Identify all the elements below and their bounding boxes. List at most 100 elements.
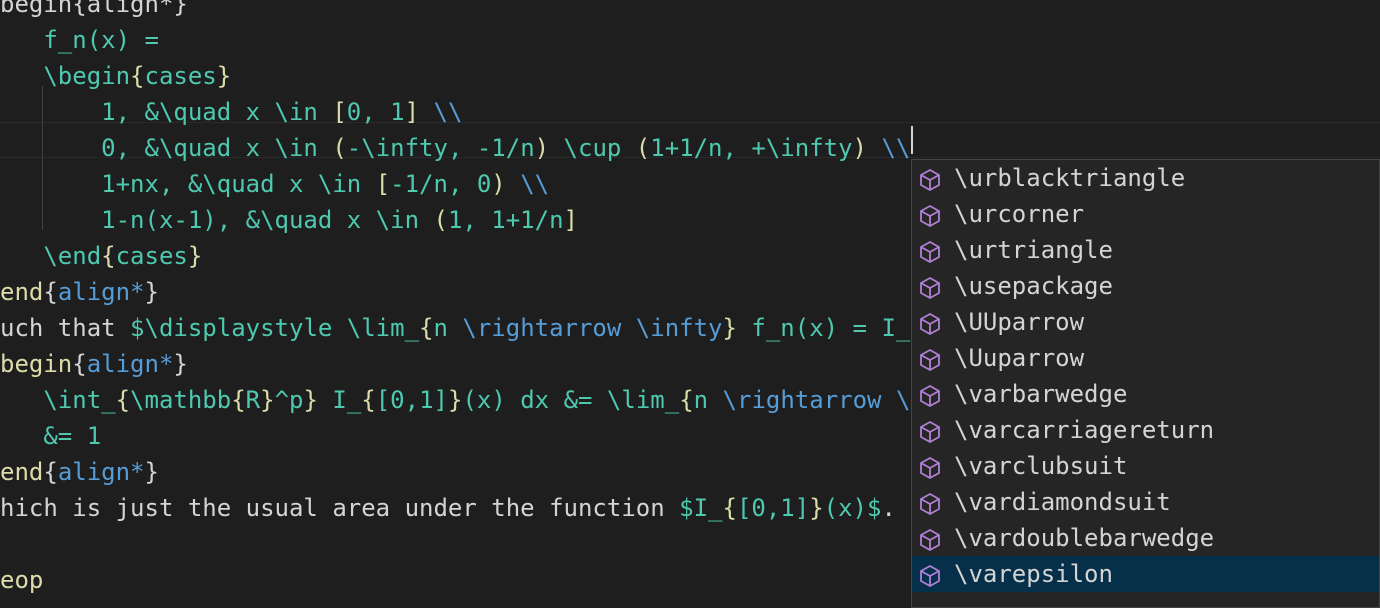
code-token: $I_ [679, 494, 723, 522]
code-token: n [693, 386, 723, 414]
code-token: \infty [635, 314, 723, 342]
suggestion-item[interactable]: \varcarriagereturn [912, 412, 1379, 448]
suggestion-label: \UUparrow [954, 308, 1085, 336]
code-line[interactable]: 1, &\quad x \in [0, 1] \\ [0, 94, 462, 130]
code-token: { [43, 458, 58, 486]
code-token: \int_ [0, 386, 116, 414]
code-token: n [433, 314, 463, 342]
code-line[interactable]: f_n(x) = [0, 22, 159, 58]
code-token: } [809, 494, 824, 522]
code-token: [0,1] [375, 386, 448, 414]
text-cursor [911, 126, 913, 154]
code-token: \\ [505, 170, 550, 198]
cube-icon [918, 382, 942, 407]
code-line[interactable]: 0, &\quad x \in (-\infty, -1/n) \cup (1+… [0, 130, 910, 166]
code-token: \end [0, 242, 102, 270]
code-token: \cup [549, 134, 636, 162]
code-line[interactable]: &= 1 [0, 418, 101, 454]
code-token: } [722, 314, 737, 342]
cube-icon [918, 418, 942, 443]
suggestion-item[interactable]: \UUparrow [912, 304, 1379, 340]
code-token: I_ [317, 386, 362, 414]
code-line[interactable]: begin{align*} [0, 0, 188, 22]
code-token: \mathbb [130, 386, 232, 414]
code-token: { [679, 386, 694, 414]
suggestion-item[interactable]: \usepackage [912, 268, 1379, 304]
code-token: begin{align*} [0, 0, 188, 18]
code-token: [0,1] [736, 494, 810, 522]
suggestion-item[interactable]: \Uuparrow [912, 340, 1379, 376]
code-token: end [0, 278, 44, 306]
code-token: \begin [0, 62, 131, 90]
code-line[interactable]: \end{cases} [0, 238, 202, 274]
code-line[interactable]: end{align*} [0, 274, 159, 310]
code-line[interactable]: begin{align*} [0, 346, 188, 382]
code-token: align* [86, 350, 174, 378]
suggestion-item[interactable]: \vardoublebarwedge [912, 520, 1379, 556]
code-token: align* [57, 458, 145, 486]
code-token: (x) dx &= \lim_ [462, 386, 680, 414]
code-token: ] [404, 98, 420, 126]
suggestion-item[interactable]: \urtriangle [912, 232, 1379, 268]
code-token: $\displaystyle \lim_ [130, 314, 420, 342]
code-token: \rightarrow [722, 386, 882, 414]
autocomplete-suggestion-widget[interactable]: \urblacktriangle \urcorner \urtriangle \use… [911, 159, 1380, 608]
code-token: } [144, 458, 159, 486]
code-token: &= 1 [0, 422, 102, 450]
code-line[interactable]: end{align*} [0, 454, 159, 490]
code-token: begin [0, 350, 73, 378]
cube-icon [918, 202, 942, 227]
code-token: } [447, 386, 463, 414]
suggestion-item[interactable]: \urcorner [912, 196, 1379, 232]
suggestion-label: \urcorner [954, 200, 1085, 228]
suggestion-item[interactable]: \varbarwedge [912, 376, 1379, 412]
suggestion-label: \varcarriagereturn [954, 416, 1215, 444]
code-token: align* [57, 278, 145, 306]
suggestion-item[interactable]: \urblacktriangle [912, 160, 1379, 196]
code-token: -\infty, -1/n [346, 134, 535, 162]
suggestion-item[interactable]: \varepsilon [912, 556, 1379, 592]
code-token: 1, &\quad x \in [0, 98, 333, 126]
cube-icon [918, 166, 942, 191]
code-token: 1+nx, &\quad x \in [0, 170, 376, 198]
code-token: f_n(x) = I_ [736, 314, 911, 342]
suggestion-label: \varepsilon [954, 560, 1113, 588]
code-line[interactable]: \int_{\mathbb{R}^p} I_{[0,1]}(x) dx &= \… [0, 382, 910, 418]
code-token: { [361, 386, 376, 414]
code-line[interactable]: 1-n(x-1), &\quad x \in (1, 1+1/n] [0, 202, 578, 238]
code-line[interactable]: eop [0, 562, 43, 598]
code-token: { [722, 494, 737, 522]
suggestion-label: \vardiamondsuit [954, 488, 1171, 516]
code-token: ] [563, 206, 578, 234]
code-line[interactable]: hich is just the usual area under the fu… [0, 490, 896, 526]
code-token: ) [534, 134, 550, 162]
suggestion-label: \vardoublebarwedge [954, 524, 1215, 552]
code-token: { [43, 278, 58, 306]
code-token: cases [144, 62, 217, 90]
code-token: } [216, 62, 232, 90]
code-token: -1/n, 0 [390, 170, 492, 198]
code-token: } [144, 278, 159, 306]
code-token: { [115, 386, 131, 414]
code-line[interactable]: \begin{cases} [0, 58, 231, 94]
code-token: (x)$ [823, 494, 882, 522]
code-token: } [260, 386, 275, 414]
suggestion-item[interactable]: \vardiamondsuit [912, 484, 1379, 520]
code-token: R [245, 386, 261, 414]
code-token: [ [375, 170, 391, 198]
cube-icon [918, 526, 942, 551]
code-token: { [101, 242, 116, 270]
code-token: hich is just the usual area under the fu… [0, 494, 680, 522]
suggestion-label: \varbarwedge [954, 380, 1128, 408]
code-line[interactable]: uch that $\displaystyle \lim_{n \rightar… [0, 310, 910, 346]
code-token: eop [0, 566, 44, 594]
code-token: } [187, 242, 203, 270]
suggestion-label: \Uuparrow [954, 344, 1085, 372]
code-token: ^p [274, 386, 304, 414]
cube-icon [918, 310, 942, 335]
suggestion-item[interactable]: \varclubsuit [912, 448, 1379, 484]
code-token: \\ [867, 134, 911, 162]
code-line[interactable]: 1+nx, &\quad x \in [-1/n, 0) \\ [0, 166, 549, 202]
code-token: [ [332, 98, 347, 126]
code-token: 1-n(x-1), &\quad x \in [0, 206, 434, 234]
